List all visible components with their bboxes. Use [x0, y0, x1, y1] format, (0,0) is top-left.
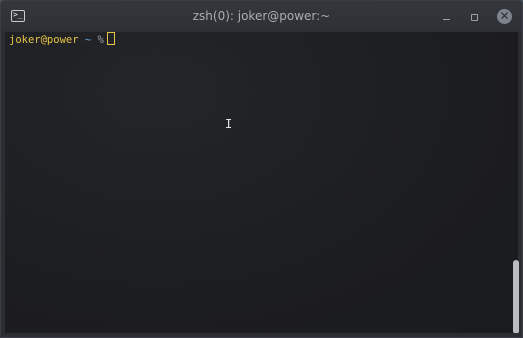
text-cursor: [106, 32, 115, 45]
title-bar[interactable]: >_ zsh(0): joker@power:~ ✕: [1, 1, 522, 32]
scrollbar-thumb[interactable]: [513, 260, 519, 334]
terminal-window: >_ zsh(0): joker@power:~ ✕ joker@power ~…: [0, 0, 523, 338]
close-icon: ✕: [499, 9, 510, 23]
maximize-button[interactable]: [468, 10, 480, 23]
shell-prompt: joker@power ~ %: [9, 32, 115, 47]
prompt-symbol: %: [97, 34, 104, 46]
prompt-user-host: joker@power: [9, 34, 79, 46]
window-bottom-border: [1, 333, 522, 337]
prompt-directory: ~: [84, 34, 92, 46]
terminal-area[interactable]: joker@power ~ % I: [5, 32, 519, 334]
ibeam-cursor-icon: I: [225, 117, 233, 131]
minimize-button[interactable]: [440, 10, 452, 23]
close-button[interactable]: ✕: [497, 9, 512, 24]
